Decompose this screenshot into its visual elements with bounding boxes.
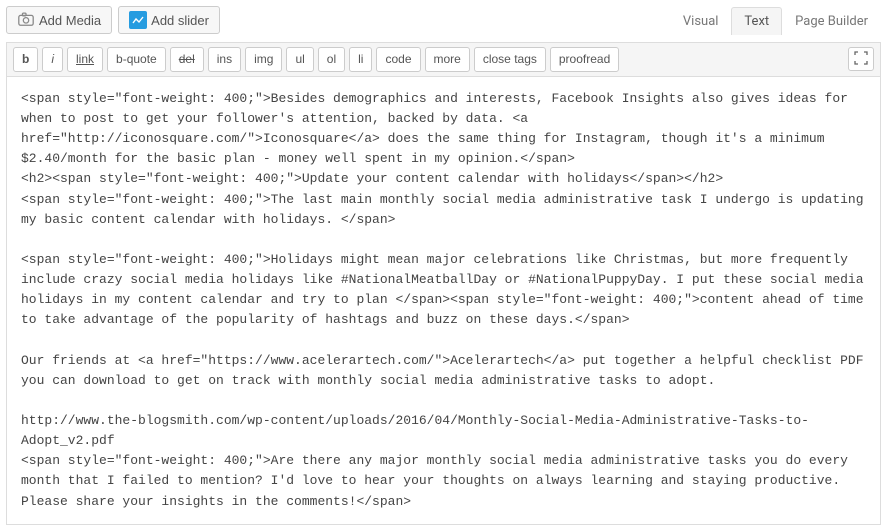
slider-icon: [129, 11, 147, 29]
tab-visual[interactable]: Visual: [670, 7, 732, 35]
add-media-label: Add Media: [39, 13, 101, 28]
tab-page-builder[interactable]: Page Builder: [782, 7, 881, 35]
add-slider-button[interactable]: Add slider: [118, 6, 220, 34]
editor-tabs: Visual Text Page Builder: [670, 6, 881, 34]
qt-bquote-button[interactable]: b-quote: [107, 47, 166, 72]
qt-italic-button[interactable]: i: [42, 47, 63, 72]
qt-ins-button[interactable]: ins: [208, 47, 241, 72]
qt-li-button[interactable]: li: [349, 47, 372, 72]
qt-ol-button[interactable]: ol: [318, 47, 345, 72]
qt-img-button[interactable]: img: [245, 47, 282, 72]
fullscreen-icon: [854, 51, 868, 68]
qt-code-button[interactable]: code: [376, 47, 420, 72]
qt-del-button[interactable]: del: [170, 47, 204, 72]
qt-ul-button[interactable]: ul: [286, 47, 313, 72]
qt-proofread-button[interactable]: proofread: [550, 47, 619, 72]
editor-top-row: Add Media Add slider Visual Text Page Bu…: [6, 6, 881, 34]
editor-container: Add Media Add slider Visual Text Page Bu…: [0, 0, 887, 531]
qt-link-button[interactable]: link: [67, 47, 103, 72]
camera-icon: [17, 10, 35, 31]
tab-text[interactable]: Text: [731, 7, 782, 35]
content-textarea[interactable]: <span style="font-weight: 400;">Besides …: [6, 77, 881, 525]
qt-bold-button[interactable]: b: [13, 47, 38, 72]
quicktags-toolbar: b i link b-quote del ins img ul ol li co…: [6, 42, 881, 77]
qt-more-button[interactable]: more: [425, 47, 470, 72]
add-slider-label: Add slider: [151, 13, 209, 28]
add-media-button[interactable]: Add Media: [6, 6, 112, 34]
fullscreen-button[interactable]: [848, 47, 874, 71]
qt-closetags-button[interactable]: close tags: [474, 47, 546, 72]
